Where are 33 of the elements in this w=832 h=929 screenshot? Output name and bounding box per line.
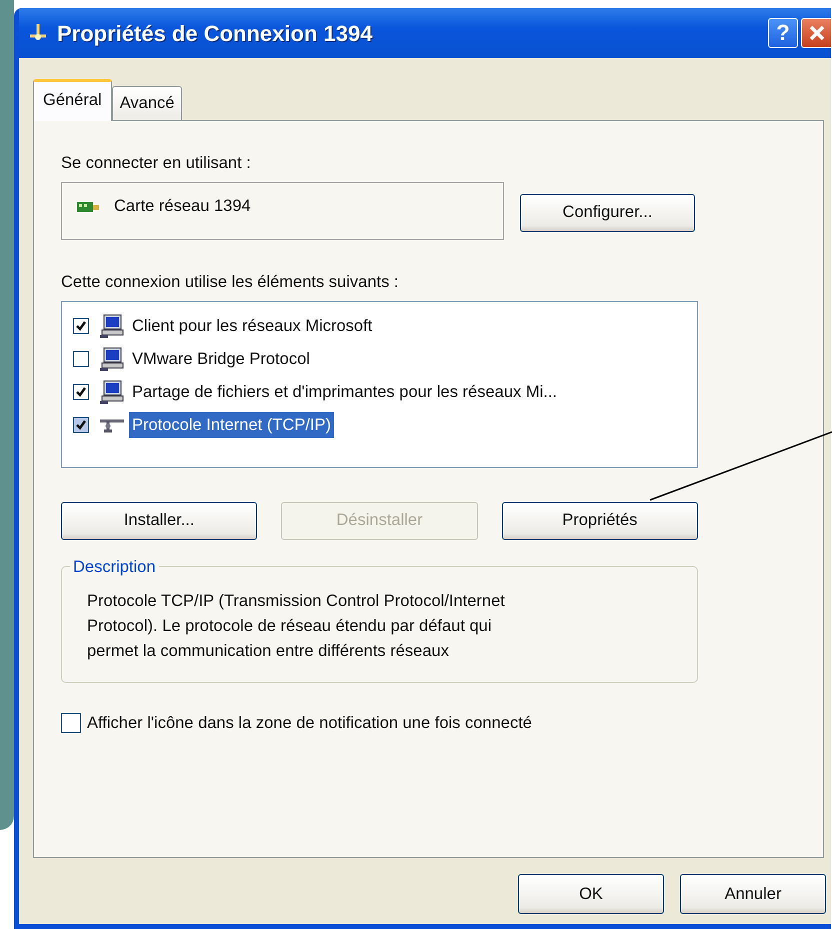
list-item[interactable]: Protocole Internet (TCP/IP) [129,412,334,438]
section-label: Cette connexion utilise les éléments suivants : [61,272,400,293]
list-item[interactable]: Client pour les réseaux Microsoft [129,312,376,340]
description-text: Protocol). Le protocole de réseau étendu par défaut qui [87,616,493,636]
description-text: Protocole TCP/IP (Transmission Control Protocol/Internet [87,590,506,612]
checkbox[interactable] [73,417,89,433]
checkbox[interactable] [61,712,81,733]
tab[interactable]: Avancé [112,86,182,120]
description-text: permet la communication entre différents réseaux [87,640,450,662]
tab[interactable]: Général [33,79,112,121]
checkbox[interactable] [73,351,89,367]
computer-icon [99,313,125,339]
close-icon [808,25,824,41]
check-icon [75,419,87,431]
dialog-button[interactable]: OK [518,874,664,914]
adapter-name: Carte réseau 1394 [114,196,251,218]
list-item[interactable]: Partage de fichiers et d'imprimantes pour les réseaux Mi... [129,378,560,406]
close-button[interactable] [801,18,831,48]
check-icon [75,320,87,332]
section-label: Se connecter en utilisant : [61,153,252,174]
checkbox-label: Afficher l'icône dans la zone de notification une fois connecté [87,712,532,734]
list-item[interactable]: VMware Bridge Protocol [129,346,313,372]
checkbox[interactable] [73,318,89,334]
configure-button[interactable]: Configurer... [520,194,695,232]
action-button[interactable]: Installer... [61,502,258,540]
help-button[interactable]: ? [768,18,798,48]
computer-icon [99,379,125,405]
check-icon [75,386,87,398]
checkbox[interactable] [73,384,89,400]
action-button[interactable]: Propriétés [502,502,698,540]
computer-icon [99,346,125,372]
dialog-button[interactable]: Annuler [680,874,826,914]
window-title: Propriétés de Connexion 1394 [57,20,372,48]
